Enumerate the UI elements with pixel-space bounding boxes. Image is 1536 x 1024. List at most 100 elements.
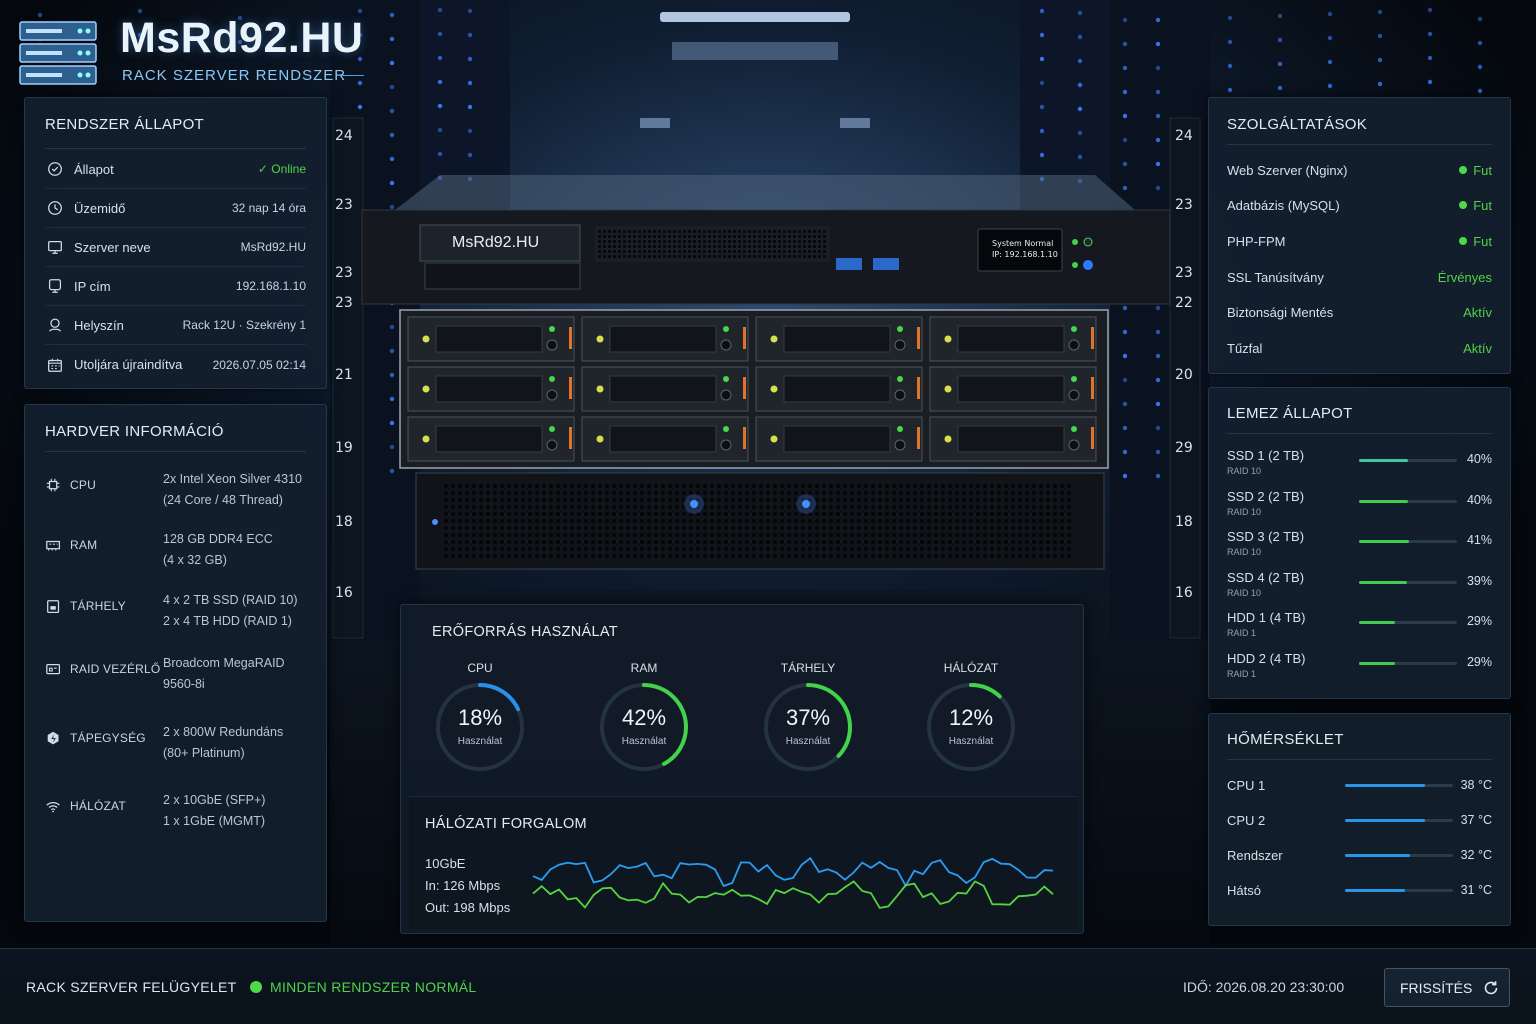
usage-gauge: HÁLÓZAT 12% Használat <box>923 661 1019 785</box>
drive-bay <box>929 416 1097 462</box>
hardware-value: 2x Intel Xeon Silver 4310 (24 Core / 48 T… <box>163 469 302 511</box>
rack-unit-number: 20 <box>1175 367 1193 383</box>
hardware-value: 4 x 2 TB SSD (RAID 10) 2 x 4 TB HDD (RAID… <box>163 590 298 632</box>
disk-raid: RAID 1 <box>1227 669 1257 679</box>
rack-unit-number: 23 <box>335 295 353 311</box>
sensor-value: 32 °C <box>1460 848 1492 862</box>
service-name: PHP-FPM <box>1227 233 1286 249</box>
disk-raid: RAID 10 <box>1227 506 1262 517</box>
service-row: Tűzfal Aktív <box>1227 331 1492 367</box>
status-dot-icon <box>1459 201 1468 210</box>
refresh-button[interactable]: FRISSÍTÉS <box>1384 968 1510 1007</box>
hardware-value-line2: (80+ Platinum) <box>163 746 245 760</box>
rack-unit-number: 29 <box>1175 440 1193 456</box>
disk-row: SSD 1 (2 TB) RAID 10 40% <box>1227 448 1492 488</box>
service-row: PHP-FPM Fut <box>1227 223 1492 259</box>
rack-unit-number: 24 <box>335 128 353 144</box>
disk-percent: 40% <box>1466 452 1492 466</box>
ram-icon <box>45 537 63 555</box>
disk-row: SSD 3 (2 TB) RAID 10 41% <box>1227 529 1492 569</box>
disk-row: HDD 2 (4 TB) RAID 1 29% <box>1227 651 1492 691</box>
hardware-value-line1: Broadcom MegaRAID <box>163 656 285 670</box>
rack-unit-number: 18 <box>1175 514 1193 530</box>
disk-raid: RAID 1 <box>1227 628 1257 639</box>
server-logo-icon <box>19 21 97 85</box>
rack-unit-number: 16 <box>1175 585 1193 601</box>
status-value: ✓ Online <box>257 162 306 176</box>
status-label: Szerver neve <box>74 239 151 255</box>
status-dot-icon <box>1459 236 1468 245</box>
disk-usage-bar <box>1359 499 1457 503</box>
refresh-label: FRISSÍTÉS <box>1400 979 1473 996</box>
sensor-name: CPU 2 <box>1227 813 1266 828</box>
resource-usage-panel: ERŐFORRÁS HASZNÁLAT CPU 18% Használat RAM 42… <box>400 604 1084 934</box>
sensor-value: 37 °C <box>1460 813 1492 827</box>
network-traffic-chart <box>532 856 1054 909</box>
footer-bar: RACK SZERVER FELÜGYELET MINDEN RENDSZER … <box>0 948 1536 1024</box>
status-label: Állapot <box>74 161 114 177</box>
disk-usage-fill <box>1359 459 1408 462</box>
disk-usage-bar <box>1359 621 1457 625</box>
footer-title: RACK SZERVER FELÜGYELET <box>26 979 237 995</box>
cpu-icon <box>45 477 63 495</box>
storage-icon <box>45 598 63 616</box>
services-panel: SZOLGÁLTATÁSOK Web Szerver (Nginx) Fut Ada… <box>1208 97 1511 374</box>
hardware-value-line1: 2 x 10GbE (SFP+) <box>163 793 266 807</box>
hardware-value-line2: 1 x 1GbE (MGMT) <box>163 814 266 828</box>
disk-usage-bar <box>1359 540 1457 544</box>
temperature-bar <box>1345 819 1453 822</box>
rack-unit-number: 23 <box>1175 265 1193 281</box>
hardware-value-line2: 2 x 4 TB HDD (RAID 1) <box>163 614 292 628</box>
traffic-out-line <box>532 880 1054 909</box>
service-status: Fut <box>1459 163 1492 178</box>
sensor-value: 38 °C <box>1460 778 1492 792</box>
drive-bay <box>755 366 923 412</box>
disk-usage-fill <box>1359 621 1395 625</box>
temperature-bar <box>1345 784 1453 787</box>
service-name: Biztonsági Mentés <box>1227 305 1334 321</box>
service-status: Aktív <box>1463 305 1492 320</box>
system-status-indicator: MINDEN RENDSZER NORMÁL <box>250 979 477 995</box>
usage-gauge: TÁRHELY 37% Használat <box>760 661 856 785</box>
brand-underline <box>342 75 364 76</box>
service-status-text: Érvényes <box>1437 269 1492 285</box>
lcd-line2: IP: 192.168.1.10 <box>992 250 1058 259</box>
status-row: Üzemidő 32 nap 14 óra <box>45 189 306 228</box>
location-icon <box>45 315 65 335</box>
rack-unit-number: 21 <box>335 367 353 383</box>
sensor-name: CPU 1 <box>1227 778 1266 793</box>
service-status: Érvényes <box>1438 270 1492 285</box>
disk-name: HDD 1 (4 TB) <box>1227 610 1306 626</box>
sensor-name: Rendszer <box>1227 848 1283 863</box>
ip-icon <box>45 276 65 296</box>
gauge-label: HÁLÓZAT <box>943 661 999 675</box>
rack-unit-number: 19 <box>335 440 353 456</box>
service-row: Web Szerver (Nginx) Fut <box>1227 152 1492 188</box>
disk-raid: RAID 10 <box>1227 587 1262 598</box>
status-value: Rack 12U · Szekrény 1 <box>182 318 306 332</box>
drive-bay <box>407 366 575 412</box>
network-traffic-title: HÁLÓZATI FORGALOM <box>425 816 587 832</box>
drive-bay <box>929 366 1097 412</box>
clock-icon <box>45 198 65 218</box>
service-status-text: Fut <box>1473 162 1492 178</box>
status-row: Helyszín Rack 12U · Szekrény 1 <box>45 306 306 345</box>
temperature-row: Hátsó 31 °C <box>1227 883 1492 917</box>
panel-title: LEMEZ ÁLLAPOT <box>1227 405 1353 422</box>
hardware-value: 128 GB DDR4 ECC (4 x 32 GB) <box>163 529 273 571</box>
disk-row: HDD 1 (4 TB) RAID 1 29% <box>1227 610 1492 650</box>
temperature-fill <box>1345 784 1425 787</box>
gauge-percent: 42% <box>621 705 667 730</box>
service-row: Biztonsági Mentés Aktív <box>1227 295 1492 331</box>
drive-bay <box>929 316 1097 362</box>
disk-name: HDD 2 (4 TB) <box>1227 651 1306 666</box>
hardware-value: Broadcom MegaRAID 9560-8i <box>163 653 285 695</box>
brand-title: MsRd92.HU <box>120 14 364 62</box>
status-row: Szerver neve MsRd92.HU <box>45 228 306 267</box>
status-value: 2026.07.05 02:14 <box>212 357 306 372</box>
status-value: 192.168.1.10 <box>235 279 306 293</box>
rack-unit-number: 16 <box>335 585 353 601</box>
temperature-fill <box>1345 819 1425 822</box>
gauge-label: CPU <box>467 661 493 675</box>
current-time: IDŐ: 2026.08.20 23:30:00 <box>1183 979 1345 995</box>
